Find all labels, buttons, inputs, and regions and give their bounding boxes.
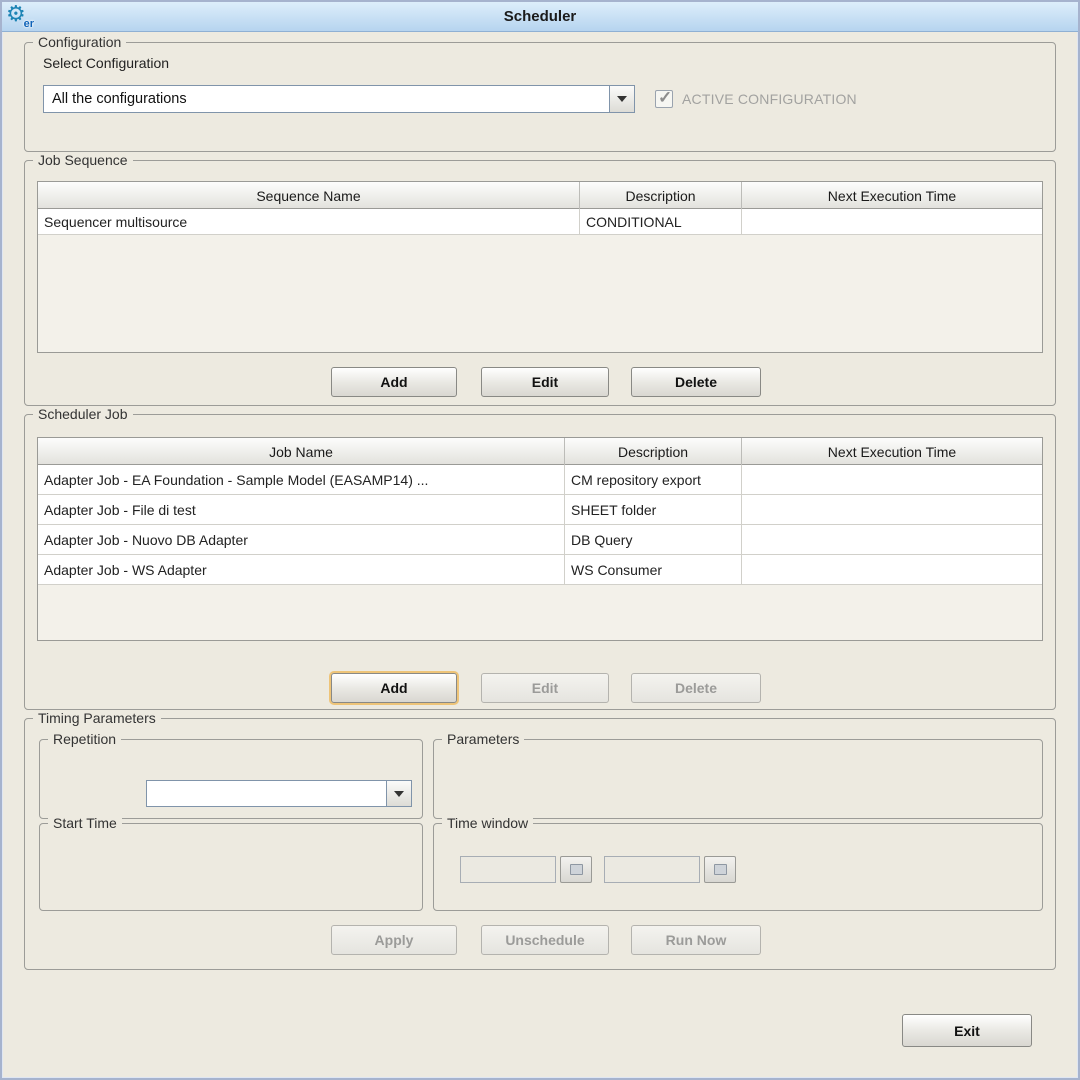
configuration-group: Configuration Select Configuration All t…: [24, 42, 1056, 152]
cell-description: CM repository export: [565, 465, 742, 494]
cell-description: SHEET folder: [565, 495, 742, 524]
configuration-select[interactable]: All the configurations: [43, 85, 635, 113]
column-header-description: Description: [565, 438, 742, 465]
exit-button[interactable]: Exit: [902, 1014, 1032, 1047]
job-sequence-delete-button[interactable]: Delete: [631, 367, 761, 397]
configuration-group-label: Configuration: [33, 34, 126, 50]
table-row[interactable]: Adapter Job - WS Adapter WS Consumer: [38, 555, 1042, 585]
time-window-start-field[interactable]: [460, 856, 556, 883]
scheduler-job-edit-button: Edit: [481, 673, 609, 703]
job-sequence-edit-button[interactable]: Edit: [481, 367, 609, 397]
time-picker-icon: [714, 864, 727, 875]
job-sequence-table-header: Sequence Name Description Next Execution…: [38, 182, 1042, 209]
repetition-select-arrow[interactable]: [386, 781, 411, 806]
cell-next-execution-time: [742, 555, 1042, 584]
cell-description: WS Consumer: [565, 555, 742, 584]
scheduler-job-group: Scheduler Job Job Name Description Next …: [24, 414, 1056, 710]
cell-next-execution-time: [742, 495, 1042, 524]
chevron-down-icon: [617, 96, 627, 102]
app-gear-icon: ⚙ er: [6, 3, 34, 31]
configuration-select-value: All the configurations: [44, 86, 609, 112]
cell-job-name: Adapter Job - File di test: [38, 495, 565, 524]
repetition-select[interactable]: [146, 780, 412, 807]
cell-next-execution-time: [742, 525, 1042, 554]
job-sequence-table-empty-area: [38, 235, 1042, 352]
time-window-group: Time window: [433, 823, 1043, 911]
table-row[interactable]: Sequencer multisource CONDITIONAL: [38, 209, 1042, 235]
parameters-group-label: Parameters: [442, 731, 524, 747]
cell-sequence-name: Sequencer multisource: [38, 209, 580, 234]
timing-parameters-group: Timing Parameters Repetition Parameters …: [24, 718, 1056, 970]
job-sequence-group: Job Sequence Sequence Name Description N…: [24, 160, 1056, 406]
time-window-group-label: Time window: [442, 815, 533, 831]
select-configuration-label: Select Configuration: [43, 55, 169, 71]
repetition-group-label: Repetition: [48, 731, 121, 747]
column-header-description: Description: [580, 182, 742, 209]
time-window-end-picker-button[interactable]: [704, 856, 736, 883]
scheduler-job-table-header: Job Name Description Next Execution Time: [38, 438, 1042, 465]
table-row[interactable]: Adapter Job - Nuovo DB Adapter DB Query: [38, 525, 1042, 555]
time-window-start-picker-button[interactable]: [560, 856, 592, 883]
job-sequence-add-button[interactable]: Add: [331, 367, 457, 397]
title-bar: ⚙ er Scheduler: [2, 2, 1078, 32]
chevron-down-icon: [394, 791, 404, 797]
cell-next-execution-time: [742, 209, 1042, 234]
job-sequence-table: Sequence Name Description Next Execution…: [37, 181, 1043, 353]
scheduler-window: ⚙ er Scheduler Configuration Select Conf…: [0, 0, 1080, 1080]
apply-button: Apply: [331, 925, 457, 955]
time-picker-icon: [570, 864, 583, 875]
column-header-sequence-name: Sequence Name: [38, 182, 580, 209]
job-sequence-group-label: Job Sequence: [33, 152, 133, 168]
column-header-next-execution-time: Next Execution Time: [742, 438, 1042, 465]
scheduler-job-table-empty-area: [38, 585, 1042, 640]
scheduler-job-group-label: Scheduler Job: [33, 406, 133, 422]
table-row[interactable]: Adapter Job - File di test SHEET folder: [38, 495, 1042, 525]
app-icon-text: er: [24, 18, 34, 30]
start-time-group-label: Start Time: [48, 815, 122, 831]
configuration-select-arrow[interactable]: [609, 86, 634, 112]
cell-job-name: Adapter Job - WS Adapter: [38, 555, 565, 584]
scheduler-job-add-button[interactable]: Add: [331, 673, 457, 703]
column-header-next-execution-time: Next Execution Time: [742, 182, 1042, 209]
start-time-group: Start Time: [39, 823, 423, 911]
cell-description: CONDITIONAL: [580, 209, 742, 234]
parameters-group: Parameters: [433, 739, 1043, 819]
cell-next-execution-time: [742, 465, 1042, 494]
time-window-end-field[interactable]: [604, 856, 700, 883]
cell-job-name: Adapter Job - EA Foundation - Sample Mod…: [38, 465, 565, 494]
unschedule-button: Unschedule: [481, 925, 609, 955]
active-configuration-checkbox[interactable]: [655, 90, 673, 108]
repetition-group: Repetition: [39, 739, 423, 819]
run-now-button: Run Now: [631, 925, 761, 955]
cell-job-name: Adapter Job - Nuovo DB Adapter: [38, 525, 565, 554]
table-row[interactable]: Adapter Job - EA Foundation - Sample Mod…: [38, 465, 1042, 495]
column-header-job-name: Job Name: [38, 438, 565, 465]
active-configuration-checkbox-row: ACTIVE CONFIGURATION: [655, 90, 857, 108]
scheduler-job-delete-button: Delete: [631, 673, 761, 703]
scheduler-job-table: Job Name Description Next Execution Time…: [37, 437, 1043, 641]
active-configuration-label: ACTIVE CONFIGURATION: [682, 91, 857, 107]
repetition-select-value: [147, 781, 386, 806]
timing-parameters-group-label: Timing Parameters: [33, 710, 161, 726]
cell-description: DB Query: [565, 525, 742, 554]
window-title: Scheduler: [504, 8, 577, 25]
